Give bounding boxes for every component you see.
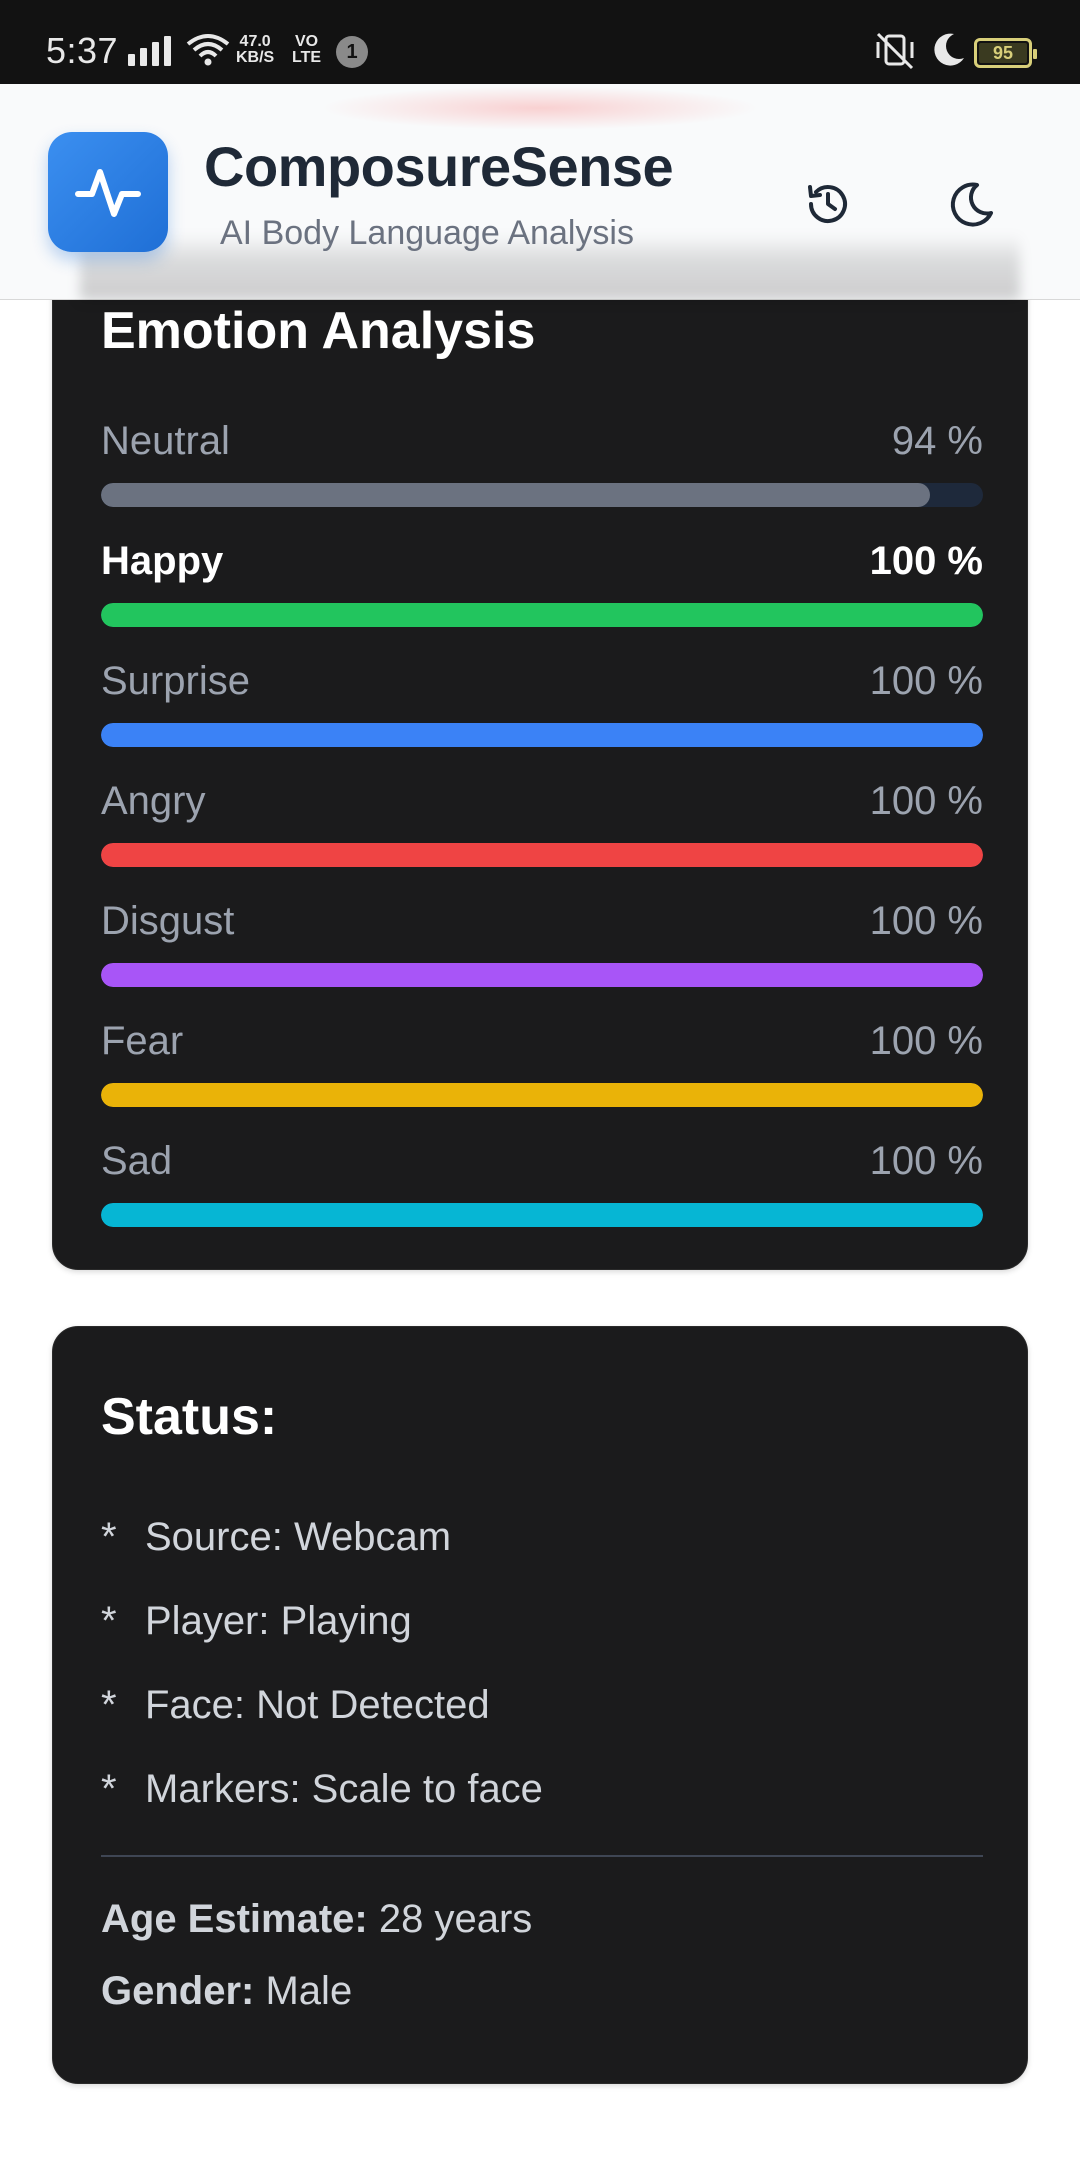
bullet-marker: *: [101, 1598, 117, 1643]
emotion-progress-track: [101, 723, 983, 747]
emotion-percent: 100 %: [869, 1019, 983, 1063]
app-header: ComposureSense AI Body Language Analysis: [0, 84, 1080, 300]
header-glow: [320, 86, 760, 130]
battery-indicator: 95: [974, 38, 1037, 68]
emotion-name: Disgust: [101, 899, 235, 943]
status-list: * Source: Webcam * Player: Playing * Fac…: [101, 1495, 981, 1831]
emotion-row-fear: Fear 100 %: [101, 1019, 983, 1119]
emotion-progress-track: [101, 483, 983, 507]
vibrate-off-icon: [876, 32, 914, 70]
status-item-source: * Source: Webcam: [101, 1495, 981, 1579]
age-value: 28 years: [378, 1897, 533, 1941]
wifi-icon: [186, 34, 230, 66]
emotion-percent: 94 %: [891, 419, 983, 463]
emotion-progress-track: [101, 843, 983, 867]
emotion-progress-track: [101, 1203, 983, 1227]
emotion-percent: 100 %: [869, 779, 983, 823]
emotion-percent: 100 %: [869, 659, 983, 703]
status-card: Status: * Source: Webcam * Player: Playi…: [52, 1326, 1028, 2084]
emotion-row-happy: Happy 100 %: [101, 539, 983, 639]
emotion-percent: 100 %: [869, 539, 983, 583]
status-item-text: Player: Playing: [145, 1598, 412, 1643]
pulse-icon: [75, 169, 141, 217]
emotion-percent: 100 %: [869, 1139, 983, 1183]
history-button[interactable]: [786, 162, 870, 246]
bullet-marker: *: [101, 1514, 117, 1559]
moon-icon: [950, 182, 993, 227]
clock: 5:37: [46, 30, 119, 71]
signal-icon: [128, 34, 171, 66]
emotion-progress-fill: [101, 483, 931, 507]
emotion-progress-fill: [101, 723, 983, 747]
history-icon: [808, 185, 847, 224]
emotion-progress-track: [101, 1083, 983, 1107]
gender: Gender: Male: [101, 1969, 352, 2014]
emotion-name: Fear: [101, 1019, 184, 1063]
divider: [101, 1855, 983, 1857]
theme-toggle-button[interactable]: [930, 162, 1014, 246]
emotion-row-neutral: Neutral 94 %: [101, 419, 983, 519]
emotion-percent: 100 %: [869, 899, 983, 943]
emotion-progress-fill: [101, 1083, 983, 1107]
emotion-name: Angry: [101, 779, 206, 823]
emotion-name: Surprise: [101, 659, 250, 703]
status-item-markers: * Markers: Scale to face: [101, 1747, 981, 1831]
emotion-card-title: Emotion Analysis: [101, 302, 536, 360]
emotion-name: Happy: [101, 539, 224, 583]
status-item-text: Markers: Scale to face: [145, 1766, 543, 1811]
emotion-row-surprise: Surprise 100 %: [101, 659, 983, 759]
emotion-progress-track: [101, 603, 983, 627]
bullet-marker: *: [101, 1766, 117, 1811]
app-title: ComposureSense: [204, 135, 674, 198]
status-item-text: Face: Not Detected: [145, 1682, 490, 1727]
emotion-row-disgust: Disgust 100 %: [101, 899, 983, 999]
system-status-bar: 5:37 47.0 KB/S VO LTE 1 95: [0, 0, 1080, 84]
status-card-title: Status:: [101, 1388, 278, 1446]
emotion-progress-fill: [101, 843, 983, 867]
status-item-face: * Face: Not Detected: [101, 1663, 981, 1747]
age-estimate: Age Estimate: 28 years: [101, 1897, 532, 1942]
emotion-progress-fill: [101, 603, 983, 627]
volte-indicator: VO LTE: [292, 33, 322, 66]
gender-label: Gender:: [101, 1969, 255, 2013]
bullet-marker: *: [101, 1682, 117, 1727]
app-logo: [48, 132, 168, 252]
network-speed: 47.0 KB/S: [236, 33, 275, 66]
emotion-name: Sad: [101, 1139, 173, 1183]
status-item-player: * Player: Playing: [101, 1579, 981, 1663]
do-not-disturb-icon: [934, 33, 964, 66]
age-label: Age Estimate:: [101, 1897, 368, 1941]
gender-value: Male: [265, 1969, 353, 2013]
emotion-progress-fill: [101, 963, 983, 987]
emotion-analysis-card: Emotion Analysis Neutral 94 % Happy 100 % Su…: [52, 230, 1028, 1270]
app-subtitle: AI Body Language Analysis: [220, 214, 634, 252]
emotion-progress-fill: [101, 1203, 983, 1227]
emotion-progress-track: [101, 963, 983, 987]
emotion-name: Neutral: [101, 419, 230, 463]
emotion-row-sad: Sad 100 %: [101, 1139, 983, 1239]
emotion-row-angry: Angry 100 %: [101, 779, 983, 879]
notification-count-badge: 1: [336, 36, 368, 68]
status-item-text: Source: Webcam: [145, 1514, 452, 1559]
